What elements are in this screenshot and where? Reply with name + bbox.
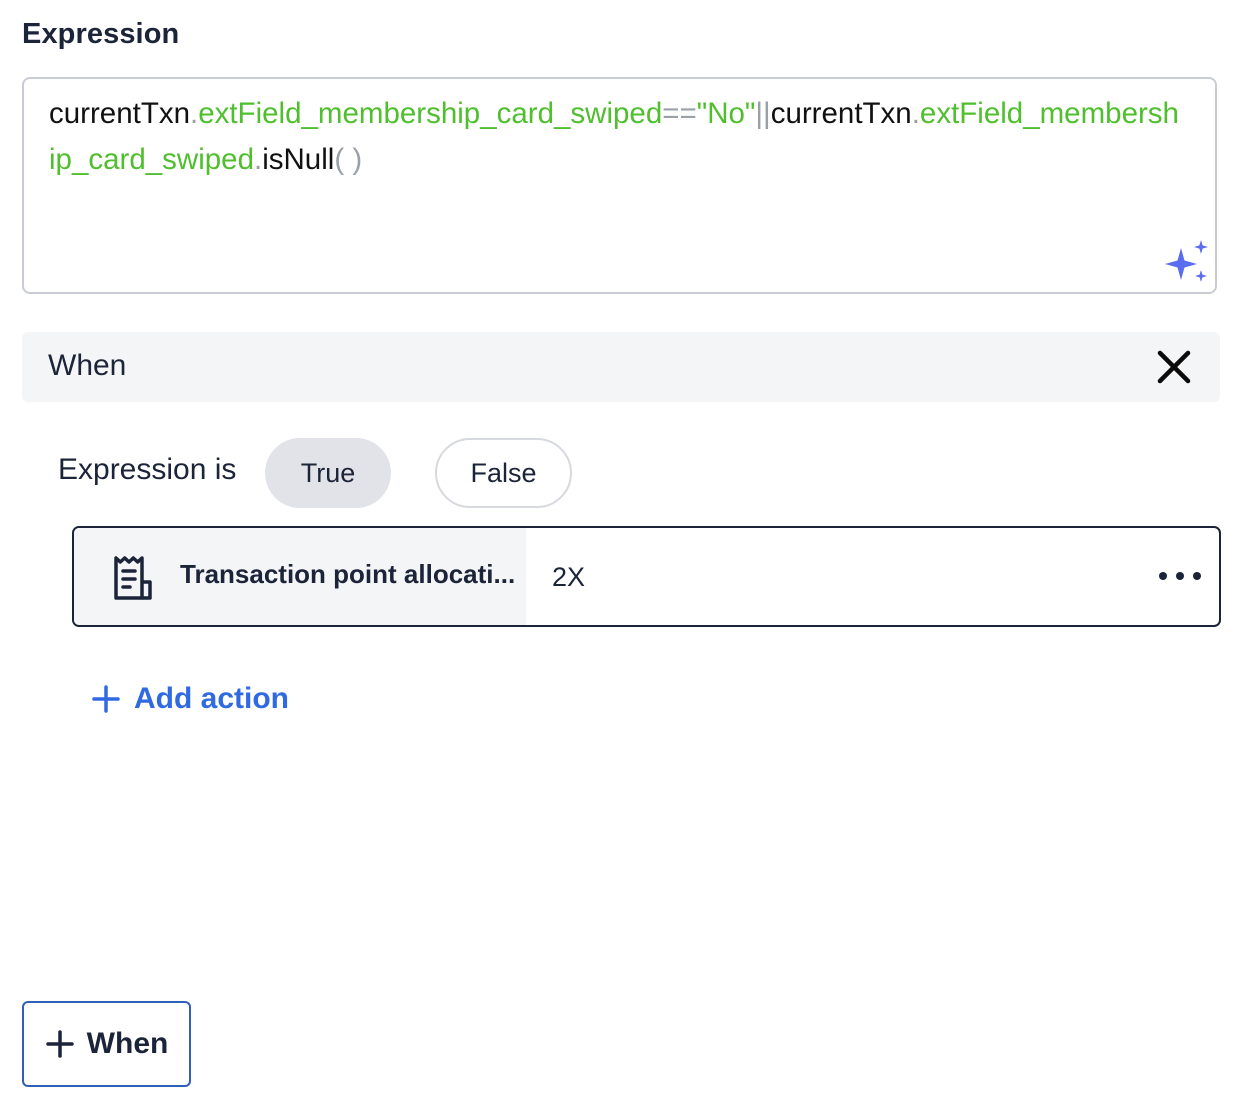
expression-title: Expression bbox=[22, 18, 180, 50]
true-option-button[interactable]: True bbox=[265, 438, 391, 508]
receipt-icon bbox=[114, 556, 152, 600]
token-10: isNull bbox=[262, 143, 335, 176]
action-type-panel: Transaction point allocati... bbox=[74, 528, 526, 625]
close-icon[interactable] bbox=[1154, 347, 1194, 387]
sparkle-icon[interactable] bbox=[1161, 238, 1211, 288]
action-value: 2X bbox=[552, 562, 586, 592]
expression-is-label: Expression is bbox=[58, 453, 237, 486]
token-5: || bbox=[755, 97, 771, 130]
expression-text[interactable]: currentTxn.extField_membership_card_swip… bbox=[49, 91, 1185, 183]
plus-icon bbox=[92, 685, 120, 713]
action-name: Transaction point allocati... bbox=[180, 559, 516, 589]
add-when-label: When bbox=[86, 1027, 169, 1060]
when-header: When bbox=[22, 332, 1220, 402]
token-0: currentTxn bbox=[49, 97, 190, 130]
token-4: "No" bbox=[696, 97, 756, 130]
token-11: ( ) bbox=[334, 143, 363, 176]
plus-icon bbox=[45, 1030, 74, 1058]
token-7: . bbox=[911, 97, 920, 130]
more-horizontal-icon[interactable] bbox=[1155, 558, 1205, 594]
expression-editor[interactable]: currentTxn.extField_membership_card_swip… bbox=[22, 77, 1217, 294]
token-6: currentTxn bbox=[770, 97, 912, 130]
token-2: extField_membership_card_swiped bbox=[198, 97, 663, 130]
token-9: . bbox=[254, 143, 263, 176]
false-option-button[interactable]: False bbox=[435, 438, 572, 508]
action-card[interactable]: Transaction point allocati... 2X bbox=[72, 526, 1221, 627]
add-when-button[interactable]: When bbox=[22, 1001, 191, 1087]
when-label: When bbox=[48, 349, 127, 382]
add-action-button[interactable]: Add action bbox=[90, 682, 289, 716]
token-3: == bbox=[662, 97, 697, 130]
token-1: . bbox=[190, 97, 199, 130]
add-action-label: Add action bbox=[134, 682, 289, 715]
